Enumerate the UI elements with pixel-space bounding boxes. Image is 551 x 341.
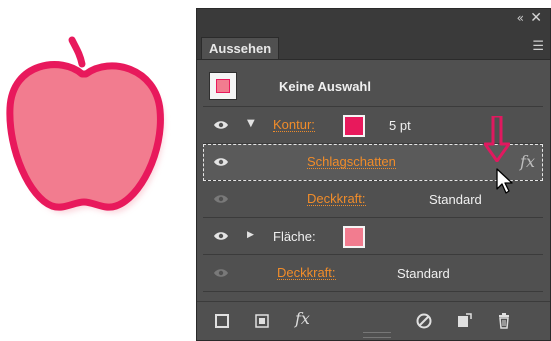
- resize-grip[interactable]: [363, 332, 391, 338]
- stroke-swatch[interactable]: [343, 115, 365, 137]
- object-opacity-row[interactable]: Deckkraft: Standard: [203, 255, 543, 292]
- stroke-opacity-row[interactable]: Deckkraft: Standard: [203, 181, 543, 218]
- apple-body: [6, 61, 164, 211]
- thumbnail-swatch-icon: [216, 79, 230, 93]
- object-opacity-value: Standard: [397, 266, 450, 281]
- stroke-weight-value[interactable]: 5 pt: [389, 118, 411, 133]
- object-thumbnail: [209, 72, 237, 100]
- fill-swatch[interactable]: [343, 226, 365, 248]
- eye-icon[interactable]: [213, 230, 229, 242]
- new-stroke-icon[interactable]: [213, 312, 231, 330]
- panel-footer: fx: [197, 301, 550, 340]
- stroke-label[interactable]: Kontur:: [273, 118, 315, 132]
- apple-stem: [68, 36, 86, 68]
- new-fill-icon[interactable]: [253, 312, 271, 330]
- down-arrow-annotation-icon: [484, 116, 510, 162]
- fill-row[interactable]: ▶ Fläche:: [203, 218, 543, 255]
- collapsed-triangle-icon[interactable]: ▶: [247, 230, 254, 240]
- eye-icon[interactable]: [213, 267, 229, 279]
- drop-shadow-label[interactable]: Schlagschatten: [307, 155, 396, 169]
- apple-artwork: [0, 30, 185, 230]
- stroke-opacity-value: Standard: [429, 192, 482, 207]
- panel-tabbar: Aussehen ☰: [197, 29, 550, 60]
- eye-icon[interactable]: [213, 193, 229, 205]
- delete-icon[interactable]: [495, 312, 513, 330]
- duplicate-item-icon[interactable]: [455, 312, 473, 330]
- mouse-cursor-icon: [496, 168, 513, 194]
- eye-icon[interactable]: [213, 156, 229, 168]
- appearance-list: Keine Auswahl ▼ Kontur: 5 pt Schlagschat…: [203, 65, 543, 292]
- clear-appearance-icon[interactable]: [415, 312, 433, 330]
- panel-menu-icon[interactable]: ☰: [532, 39, 544, 54]
- fill-label[interactable]: Fläche:: [273, 229, 316, 244]
- tab-aussehen[interactable]: Aussehen: [201, 37, 279, 59]
- add-effect-icon[interactable]: fx: [295, 309, 313, 328]
- appearance-header-row[interactable]: Keine Auswahl: [203, 65, 543, 107]
- close-icon[interactable]: ✕: [530, 10, 542, 26]
- stroke-opacity-label[interactable]: Deckkraft:: [307, 192, 366, 206]
- object-opacity-label[interactable]: Deckkraft:: [277, 266, 336, 280]
- collapse-icon[interactable]: «: [517, 11, 524, 25]
- panel-titlebar: « ✕: [197, 9, 550, 30]
- eye-icon[interactable]: [213, 119, 229, 131]
- apple-shape: [6, 36, 165, 214]
- expand-triangle-icon[interactable]: ▼: [247, 118, 255, 129]
- selection-label: Keine Auswahl: [279, 79, 371, 94]
- fx-icon[interactable]: fx: [520, 152, 535, 171]
